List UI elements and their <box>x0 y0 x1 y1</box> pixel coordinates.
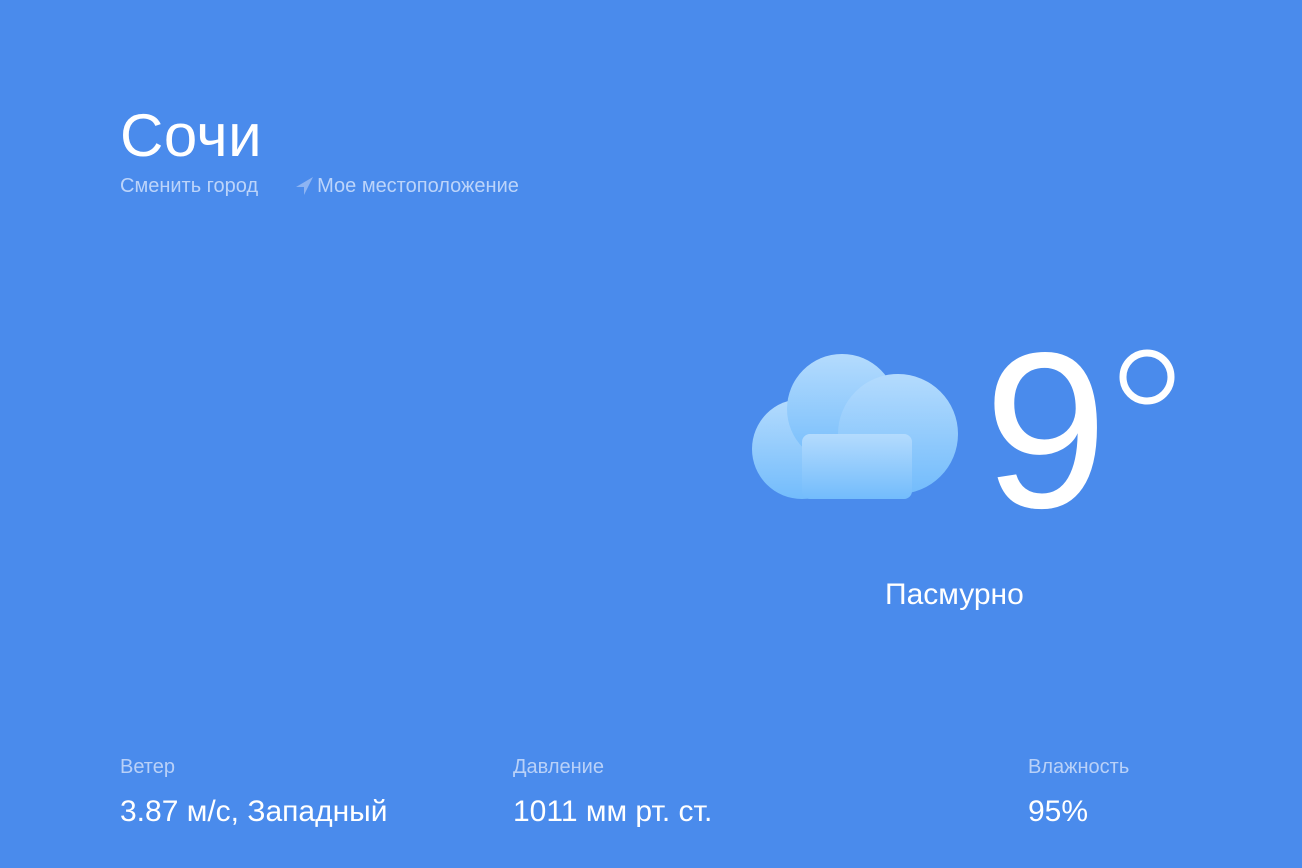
city-actions: Сменить город Мое местоположение <box>120 172 519 200</box>
my-location-link[interactable]: Мое местоположение <box>294 172 519 200</box>
degree-icon <box>1119 349 1175 405</box>
cloud-icon <box>752 354 958 499</box>
weather-app: { "header": { "city": "Сочи", "change_ci… <box>0 0 1302 868</box>
wind-value: 3.87 м/с, Западный <box>120 795 388 828</box>
humidity-value: 95% <box>1028 795 1089 828</box>
pressure-value: 1011 мм рт. ст. <box>513 795 713 828</box>
pressure-detail: Давление 1011 мм рт. ст. <box>513 752 712 830</box>
humidity-label: Влажность <box>1028 756 1130 778</box>
change-city-link[interactable]: Сменить город <box>120 172 258 200</box>
humidity-detail: Влажность 95% <box>1028 752 1129 830</box>
weather-details: Ветер 3.87 м/с, Западный Давление 1011 м… <box>0 752 1302 842</box>
my-location-label: Мое местоположение <box>317 175 519 197</box>
current-weather: 9 <box>750 320 1200 542</box>
weather-condition: Пасмурно <box>885 578 1024 611</box>
navigation-arrow-icon <box>296 177 314 195</box>
wind-detail: Ветер 3.87 м/с, Западный <box>120 752 387 830</box>
pressure-label: Давление <box>513 756 604 778</box>
temperature-value: 9 <box>984 307 1107 555</box>
wind-label: Ветер <box>120 756 175 778</box>
city-title: Сочи <box>120 102 263 169</box>
